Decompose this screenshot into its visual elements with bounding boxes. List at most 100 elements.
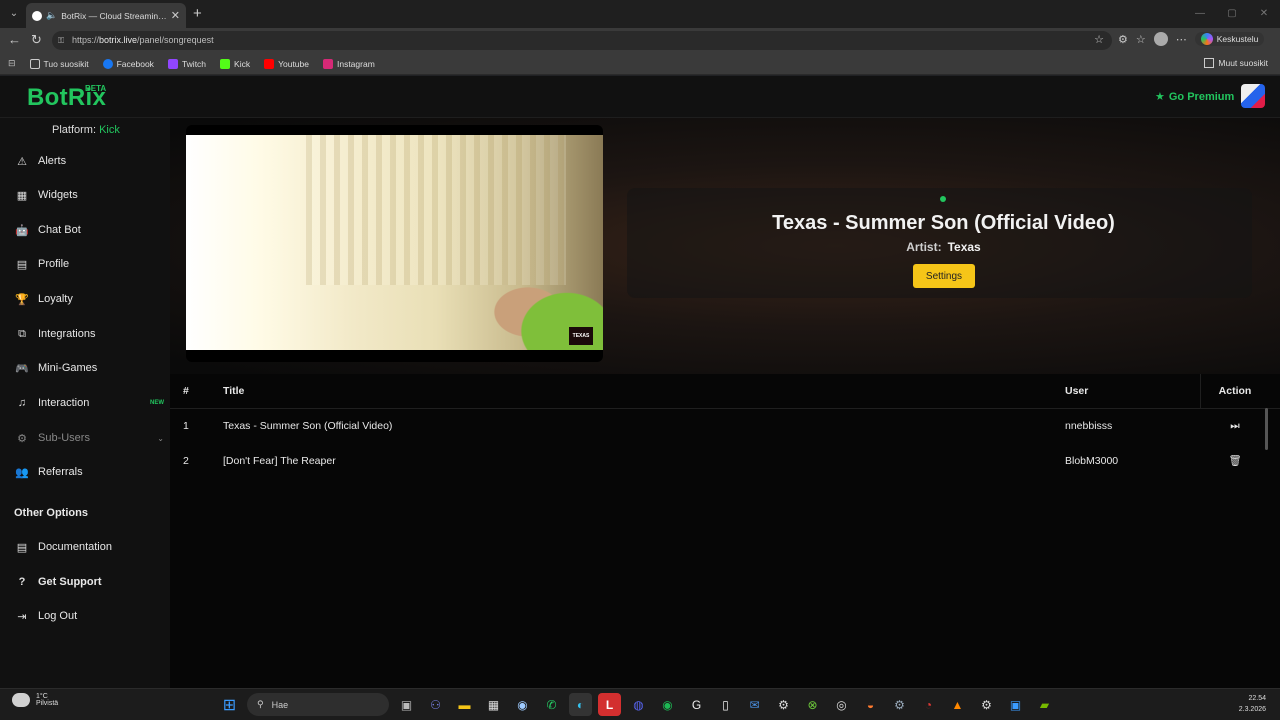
sidebar-item-integrations[interactable]: ⧉ Integrations [14, 323, 164, 345]
widgets-icon: ▦ [16, 189, 28, 202]
folder-icon [29, 58, 40, 69]
audio-playing-icon[interactable]: 🔈 [46, 10, 57, 21]
other-bookmarks[interactable]: Muut suosikit [1204, 58, 1268, 68]
row-title: Texas - Summer Son (Official Video) [223, 420, 393, 432]
sidebar-item-get-support[interactable]: ? Get Support [14, 571, 164, 593]
help-icon: ? [18, 576, 26, 588]
discord-icon[interactable]: ◍ [627, 693, 650, 716]
sidebar-item-sub-users[interactable]: ⚙ Sub-Users ⌄ [14, 427, 164, 449]
skip-icon[interactable]: ⏭ [1205, 409, 1265, 444]
row-user: nnebbisss [1065, 420, 1113, 432]
steam-icon[interactable]: ◉ [511, 693, 534, 716]
taskbar-apps: ⊞ ⚲ Hae ▣ ⚇ ▬ ▦ ◉ ✆ ◐ L ◍ ◉ G ▯ ✉ ⚙ ⊗ ◎ … [218, 693, 1056, 716]
row-number: 1 [183, 420, 189, 432]
obs-icon[interactable]: ◎ [830, 693, 853, 716]
referrals-icon: 👥 [15, 466, 29, 479]
document-icon[interactable]: ▯ [714, 693, 737, 716]
column-action: Action [1218, 385, 1252, 397]
artist-value: Texas [947, 240, 981, 254]
taskbar-search[interactable]: ⚲ Hae [247, 693, 389, 716]
l-app-icon[interactable]: L [598, 693, 621, 716]
live-indicator [940, 196, 946, 202]
favorites-icon[interactable]: ☆ [1136, 33, 1146, 46]
table-row: 2 [Don't Fear] The Reaper BlobM3000 🗑 [170, 444, 1280, 479]
g-app-icon[interactable]: G [685, 693, 708, 716]
now-playing-hero: TEXAS Texas - Summer Son (Official Video… [170, 118, 1280, 374]
artist-label: Artist: [906, 240, 942, 254]
sidebar-item-referrals[interactable]: 👥 Referrals [14, 461, 164, 483]
users-cog-icon: ⚙ [17, 432, 27, 445]
sidebar-item-loyalty[interactable]: 🏆 Loyalty [14, 288, 164, 310]
system-clock[interactable]: 22.54 2.3.2026 [1239, 693, 1266, 715]
bookmark-facebook[interactable]: Facebook [102, 58, 154, 69]
teams-icon[interactable]: ⚇ [424, 693, 447, 716]
new-tab-button[interactable]: + [193, 5, 202, 22]
tab-search-icon[interactable]: ⌄ [6, 6, 22, 22]
sidebar-item-mini-games[interactable]: 🎮 Mini-Games [14, 357, 164, 379]
sidebar-item-chat-bot[interactable]: 🤖 Chat Bot [14, 219, 164, 241]
bookmark-twitch[interactable]: Twitch [167, 58, 206, 69]
url-input[interactable]: ⚿ https://botrix.live/panel/songrequest … [52, 31, 1112, 50]
app-red-icon[interactable]: ◔ [917, 693, 940, 716]
mail-icon[interactable]: ✉ [743, 693, 766, 716]
store-icon[interactable]: ▦ [482, 693, 505, 716]
whatsapp-icon[interactable]: ✆ [540, 693, 563, 716]
bookmark-import[interactable]: Tuo suosikit [29, 58, 89, 69]
spotify-icon[interactable]: ◉ [656, 693, 679, 716]
trophy-icon: 🏆 [15, 293, 29, 306]
url-path: /panel/songrequest [137, 35, 214, 45]
sidebar-item-documentation[interactable]: ▤ Documentation [14, 536, 164, 558]
file-explorer-icon[interactable]: ▬ [453, 693, 476, 716]
copilot-button[interactable]: Keskustelu [1194, 32, 1265, 46]
settings-button[interactable]: Settings [913, 264, 975, 288]
close-window-button[interactable]: ✕ [1248, 0, 1280, 28]
sidebar-item-log-out[interactable]: ⇥ Log Out [14, 605, 164, 627]
sidebar-item-interaction[interactable]: ♫ Interaction NEW [14, 392, 164, 414]
more-menu-icon[interactable]: ⋯ [1176, 33, 1187, 46]
gear-badge-icon[interactable]: ⚙ [975, 693, 998, 716]
sidebar-toggle-icon[interactable]: ⊟ [8, 58, 16, 69]
app-orange-icon[interactable]: ◒ [859, 693, 882, 716]
bookmark-kick[interactable]: Kick [220, 58, 250, 69]
site-info-icon[interactable]: ⚿ [58, 31, 64, 50]
nvidia-icon[interactable]: ▰ [1033, 693, 1056, 716]
vlc-icon[interactable]: ▲ [946, 693, 969, 716]
profile-avatar[interactable] [1153, 32, 1168, 46]
bookmark-instagram[interactable]: Instagram [322, 58, 375, 69]
edge-icon[interactable]: ◐ [569, 693, 592, 716]
sidebar-item-widgets[interactable]: ▦ Widgets [14, 184, 164, 206]
video-player[interactable]: TEXAS [186, 125, 603, 362]
task-view-icon[interactable]: ▣ [395, 693, 418, 716]
delete-icon[interactable]: 🗑 [1205, 444, 1265, 479]
bookmark-star-icon[interactable]: ☆ [1094, 31, 1104, 50]
reload-button[interactable]: ↻ [31, 32, 42, 48]
row-title: [Don't Fear] The Reaper [223, 455, 336, 467]
youtube-icon [264, 58, 275, 69]
new-badge: NEW [150, 400, 164, 406]
logout-icon: ⇥ [17, 610, 27, 623]
xbox-icon[interactable]: ⊗ [801, 693, 824, 716]
user-avatar[interactable] [1241, 84, 1265, 108]
settings-gear-icon[interactable]: ⚙ [772, 693, 795, 716]
go-premium-button[interactable]: ★ Go Premium [1155, 90, 1234, 104]
sidebar-item-profile[interactable]: ▤ Profile [14, 253, 164, 275]
now-playing-card: Texas - Summer Son (Official Video) Arti… [627, 188, 1252, 298]
control-panel-icon[interactable]: ⚙ [888, 693, 911, 716]
tab-strip: ⌄ 🔈 BotRix — Cloud Streaming Bot ✕ + — ▢… [0, 0, 1280, 28]
maximize-button[interactable]: ▢ [1216, 0, 1248, 28]
window-app-icon[interactable]: ▣ [1004, 693, 1027, 716]
table-header: # Title User Action [170, 374, 1280, 409]
url-host: botrix.live [99, 35, 138, 45]
start-icon[interactable]: ⊞ [218, 693, 241, 716]
back-button[interactable]: ← [8, 32, 21, 48]
close-tab-icon[interactable]: ✕ [171, 9, 180, 22]
minimize-button[interactable]: — [1184, 0, 1216, 28]
sidebar-item-alerts[interactable]: ⚠ Alerts [14, 150, 164, 172]
weather-desc: Pilvistä [36, 700, 59, 707]
tab-botrix[interactable]: 🔈 BotRix — Cloud Streaming Bot ✕ [26, 3, 186, 28]
weather-widget[interactable]: 1°C Pilvistä [12, 693, 58, 707]
bookmark-youtube[interactable]: Youtube [264, 58, 309, 69]
instagram-icon [322, 58, 333, 69]
extensions-icon[interactable]: ⚙ [1118, 33, 1128, 46]
scrollbar[interactable] [1265, 408, 1268, 450]
